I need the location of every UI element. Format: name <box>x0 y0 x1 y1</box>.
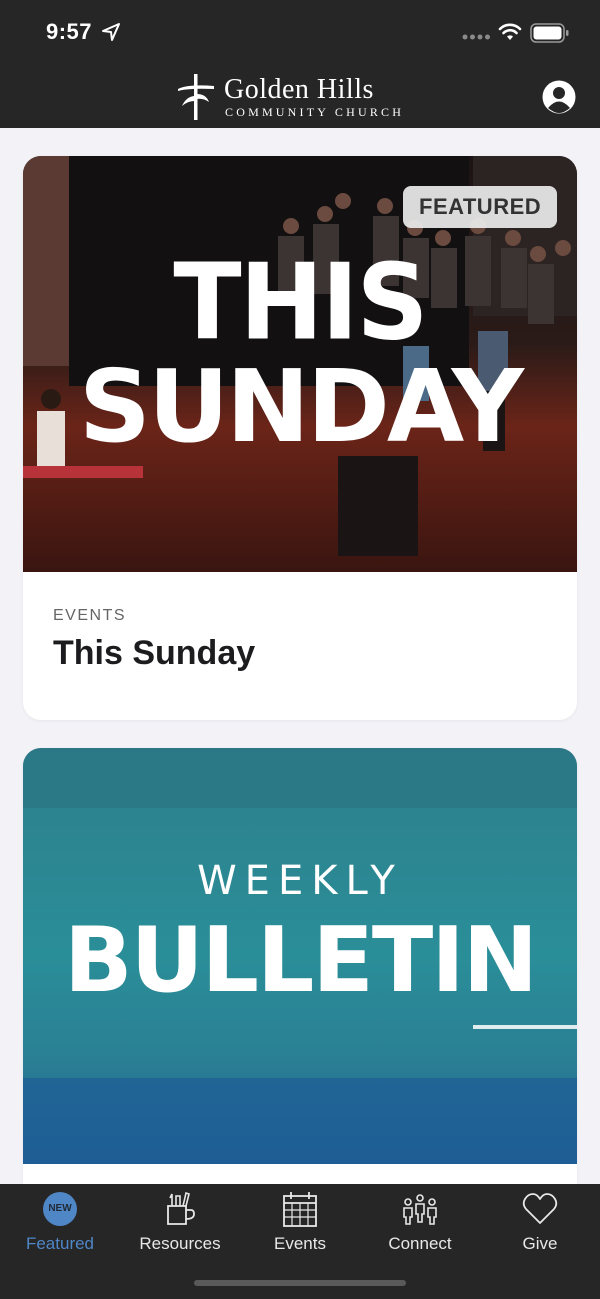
tab-label: Featured <box>25 1234 95 1253</box>
card-title: This Sunday <box>53 634 256 672</box>
calendar-icon <box>283 1192 317 1227</box>
tab-label: Connect <box>388 1234 452 1253</box>
image-headline-line2: BULLETIN <box>63 908 538 1013</box>
featured-card-this-sunday[interactable]: THIS SUNDAY FEATURED EVENTS This Sunday <box>23 156 577 720</box>
status-time: 9:57 <box>46 19 93 44</box>
tab-featured[interactable]: NEW Featured <box>0 1184 120 1264</box>
tab-events[interactable]: Events <box>240 1184 360 1264</box>
people-icon <box>403 1194 437 1225</box>
image-headline-line1: THIS <box>173 241 428 364</box>
church-logo[interactable]: Golden Hills COMMUNITY CHURCH <box>176 72 426 122</box>
battery-icon <box>530 23 569 43</box>
profile-icon[interactable] <box>542 80 576 114</box>
logo-title: Golden Hills <box>224 74 374 105</box>
top-bar: 9:57 Golden Hills COMMUNITY CHURCH <box>0 0 600 128</box>
image-headline-line2: SUNDAY <box>78 348 524 465</box>
tab-resources[interactable]: Resources <box>120 1184 240 1264</box>
tab-label: Events <box>274 1234 326 1253</box>
home-indicator[interactable] <box>194 1280 406 1286</box>
cross-logo-icon <box>178 74 214 120</box>
resources-icon <box>167 1191 195 1225</box>
tab-connect[interactable]: Connect <box>360 1184 480 1264</box>
tab-give[interactable]: Give <box>480 1184 600 1264</box>
featured-badge: FEATURED <box>403 186 558 228</box>
card-weekly-bulletin[interactable]: WEEKLY BULLETIN <box>23 748 577 1228</box>
wifi-icon <box>498 23 522 40</box>
new-badge-icon: NEW <box>43 1192 77 1226</box>
logo-subtitle: COMMUNITY CHURCH <box>225 105 405 119</box>
card-image-weekly-bulletin: WEEKLY BULLETIN <box>23 748 577 1164</box>
status-bar: 9:57 <box>0 0 600 64</box>
heart-icon <box>522 1193 558 1224</box>
tab-label: Give <box>522 1234 558 1253</box>
image-headline-line1: WEEKLY <box>197 858 403 904</box>
location-arrow-icon <box>102 23 120 41</box>
tab-label: Resources <box>139 1234 221 1253</box>
signal-dots-icon <box>462 34 490 40</box>
card-category: EVENTS <box>53 607 127 624</box>
